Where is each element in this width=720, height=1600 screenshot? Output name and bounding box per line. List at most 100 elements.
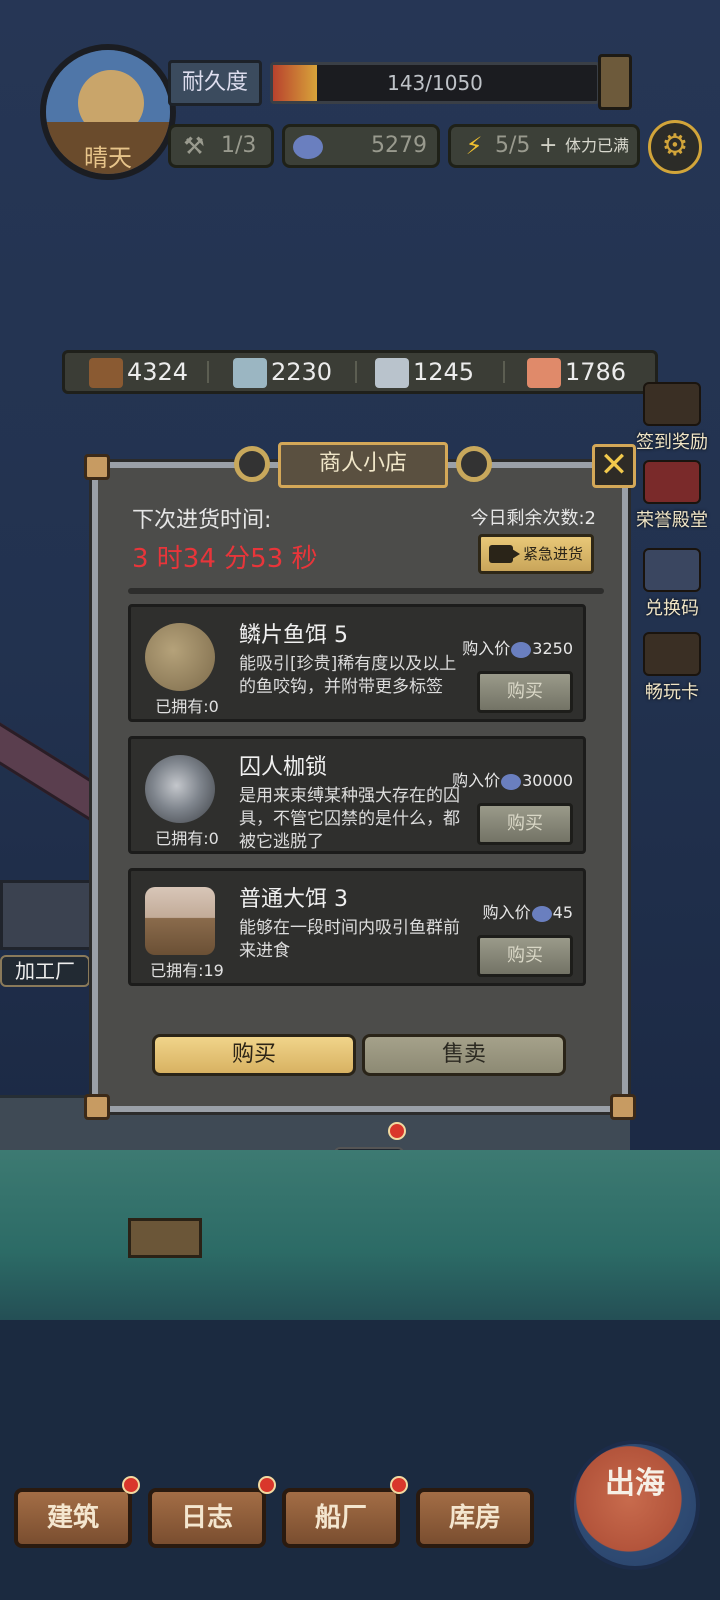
repair-counter[interactable]: ⚒ 1/3 bbox=[168, 124, 274, 168]
item-description: 能够在一段时间内吸引鱼群前来进食 bbox=[239, 918, 460, 961]
item-description: 能吸引[珍贵]稀有度以及以上的鱼咬钩，并附带更多标签 bbox=[239, 654, 457, 697]
play-pass-label: 畅玩卡 bbox=[645, 682, 699, 703]
item-name: 鳞片鱼饵 5 bbox=[239, 623, 348, 648]
stamina-add-button[interactable]: + bbox=[539, 127, 557, 165]
coin-counter[interactable]: 5279 bbox=[282, 124, 440, 168]
sea bbox=[0, 1150, 720, 1320]
hall-of-honor-label: 荣誉殿堂 bbox=[636, 510, 708, 531]
wood-count: 4324 bbox=[127, 358, 189, 386]
resource-fish: 1786 bbox=[527, 353, 626, 391]
cloth-count: 2230 bbox=[271, 358, 333, 386]
buy-button[interactable]: 购买 bbox=[477, 671, 573, 713]
durability-label: 耐久度 bbox=[168, 60, 262, 106]
separator bbox=[355, 361, 357, 383]
lightning-icon: ⚡ bbox=[465, 132, 483, 160]
weather-label: 晴天 bbox=[84, 144, 132, 172]
redeem-code-label: 兑换码 bbox=[645, 598, 699, 619]
iron-count: 1245 bbox=[413, 358, 475, 386]
card-icon bbox=[643, 632, 701, 676]
redeem-code-button[interactable]: 兑换码 bbox=[632, 548, 712, 620]
durability-value: 143/1050 bbox=[387, 71, 483, 95]
nav-shipyard[interactable]: 船厂 bbox=[282, 1488, 400, 1548]
frame-corner bbox=[84, 454, 110, 480]
frame-corner bbox=[610, 1094, 636, 1120]
restock-label: 下次进货时间: bbox=[132, 508, 272, 533]
scale-bait-icon bbox=[145, 623, 215, 691]
stamina-counter[interactable]: ⚡ 5/5 + 体力已满 bbox=[448, 124, 640, 168]
shackles-icon bbox=[145, 755, 215, 823]
shop-item-prisoner-shackles: 已拥有:0 囚人枷锁 是用来束缚某种强大存在的囚具，不管它囚禁的是什么，都被它逃… bbox=[128, 736, 586, 854]
shop-item-scale-bait: 已拥有:0 鳞片鱼饵 5 能吸引[珍贵]稀有度以及以上的鱼咬钩，并附带更多标签 … bbox=[128, 604, 586, 722]
coin-icon bbox=[531, 905, 552, 922]
ticket-icon bbox=[643, 548, 701, 592]
price-label: 购入价 bbox=[452, 771, 501, 790]
remaining-restocks: 今日剩余次数:2 bbox=[470, 508, 596, 529]
resource-bar: 4324 2230 1245 1786 bbox=[62, 350, 658, 394]
price-value: 3250 bbox=[532, 639, 573, 658]
wood-log-icon bbox=[89, 358, 123, 388]
podium-icon bbox=[643, 460, 701, 504]
owned-count: 已拥有:19 bbox=[150, 961, 224, 980]
hammer-icon: ⚒ bbox=[183, 132, 205, 160]
nav-warehouse[interactable]: 库房 bbox=[416, 1488, 534, 1548]
price-label: 购入价 bbox=[482, 903, 531, 922]
settings-gear-icon[interactable]: ⚙ bbox=[648, 120, 702, 174]
item-price: 购入价 45 bbox=[483, 899, 573, 923]
resource-wood: 4324 bbox=[89, 353, 188, 391]
price-label: 购入价 bbox=[462, 639, 511, 658]
separator bbox=[503, 361, 505, 383]
fish-count: 1786 bbox=[565, 358, 627, 386]
shipyard-nav-notification-dot bbox=[390, 1476, 408, 1494]
coin-icon bbox=[511, 641, 532, 658]
item-name: 普通大饵 3 bbox=[239, 887, 348, 912]
durability-bar: 143/1050 bbox=[270, 62, 600, 104]
title-ring-left bbox=[234, 446, 270, 482]
urgent-restock-label: 紧急进货 bbox=[522, 545, 583, 563]
bait-bucket-icon bbox=[145, 887, 215, 955]
close-icon[interactable]: ✕ bbox=[592, 444, 636, 488]
price-value: 30000 bbox=[522, 771, 573, 790]
building-notification-dot bbox=[122, 1476, 140, 1494]
resource-iron: 1245 bbox=[375, 353, 474, 391]
floating-crate[interactable] bbox=[128, 1218, 202, 1258]
log-notification-dot bbox=[258, 1476, 276, 1494]
set-sail-button[interactable]: 出海 bbox=[570, 1440, 700, 1570]
divider bbox=[128, 588, 604, 594]
frame-corner bbox=[84, 1094, 110, 1120]
durability-bar-cap bbox=[598, 54, 632, 110]
resource-cloth: 2230 bbox=[233, 353, 332, 391]
stamina-status: 体力已满 bbox=[565, 136, 630, 155]
nav-building[interactable]: 建筑 bbox=[14, 1488, 132, 1548]
buy-button[interactable]: 购买 bbox=[477, 803, 573, 845]
price-value: 45 bbox=[552, 903, 573, 922]
nav-log[interactable]: 日志 bbox=[148, 1488, 266, 1548]
weather-badge[interactable]: 晴天 bbox=[40, 44, 176, 180]
signin-reward-button[interactable]: 签到奖励 bbox=[632, 382, 712, 454]
tab-sell[interactable]: 售卖 bbox=[362, 1034, 566, 1076]
separator bbox=[207, 361, 209, 383]
shop-item-normal-bait: 已拥有:19 普通大饵 3 能够在一段时间内吸引鱼群前来进食 购入价 45 购买 bbox=[128, 868, 586, 986]
coin-icon bbox=[501, 773, 522, 790]
video-camera-icon bbox=[489, 545, 520, 563]
treasure-chest-icon bbox=[643, 382, 701, 426]
play-pass-button[interactable]: 畅玩卡 bbox=[632, 632, 712, 704]
urgent-restock-button[interactable]: 紧急进货 bbox=[478, 534, 594, 574]
merchant-shop-dialog: 商人小店 ✕ 下次进货时间: 3 时34 分53 秒 今日剩余次数:2 紧急进货… bbox=[84, 442, 636, 1120]
shipyard-notification-dot bbox=[388, 1122, 406, 1140]
fish-steak-icon bbox=[527, 358, 561, 388]
stamina-value: 5/5 bbox=[495, 133, 531, 158]
signin-reward-label: 签到奖励 bbox=[636, 432, 708, 453]
factory-label[interactable]: 加工厂 bbox=[0, 955, 90, 987]
repair-count: 1/3 bbox=[221, 133, 257, 158]
buy-button[interactable]: 购买 bbox=[477, 935, 573, 977]
factory-building[interactable] bbox=[0, 880, 95, 950]
owned-count: 已拥有:0 bbox=[155, 829, 219, 848]
item-name: 囚人枷锁 bbox=[239, 755, 328, 780]
cloth-bolt-icon bbox=[233, 358, 267, 388]
tab-buy[interactable]: 购买 bbox=[152, 1034, 356, 1076]
coin-count: 5279 bbox=[371, 133, 427, 158]
shop-title: 商人小店 bbox=[278, 442, 448, 488]
hall-of-honor-button[interactable]: 荣誉殿堂 bbox=[632, 460, 712, 532]
item-description: 是用来束缚某种强大存在的囚具，不管它囚禁的是什么，都被它逃脱了 bbox=[239, 786, 460, 852]
item-price: 购入价 30000 bbox=[452, 767, 573, 791]
